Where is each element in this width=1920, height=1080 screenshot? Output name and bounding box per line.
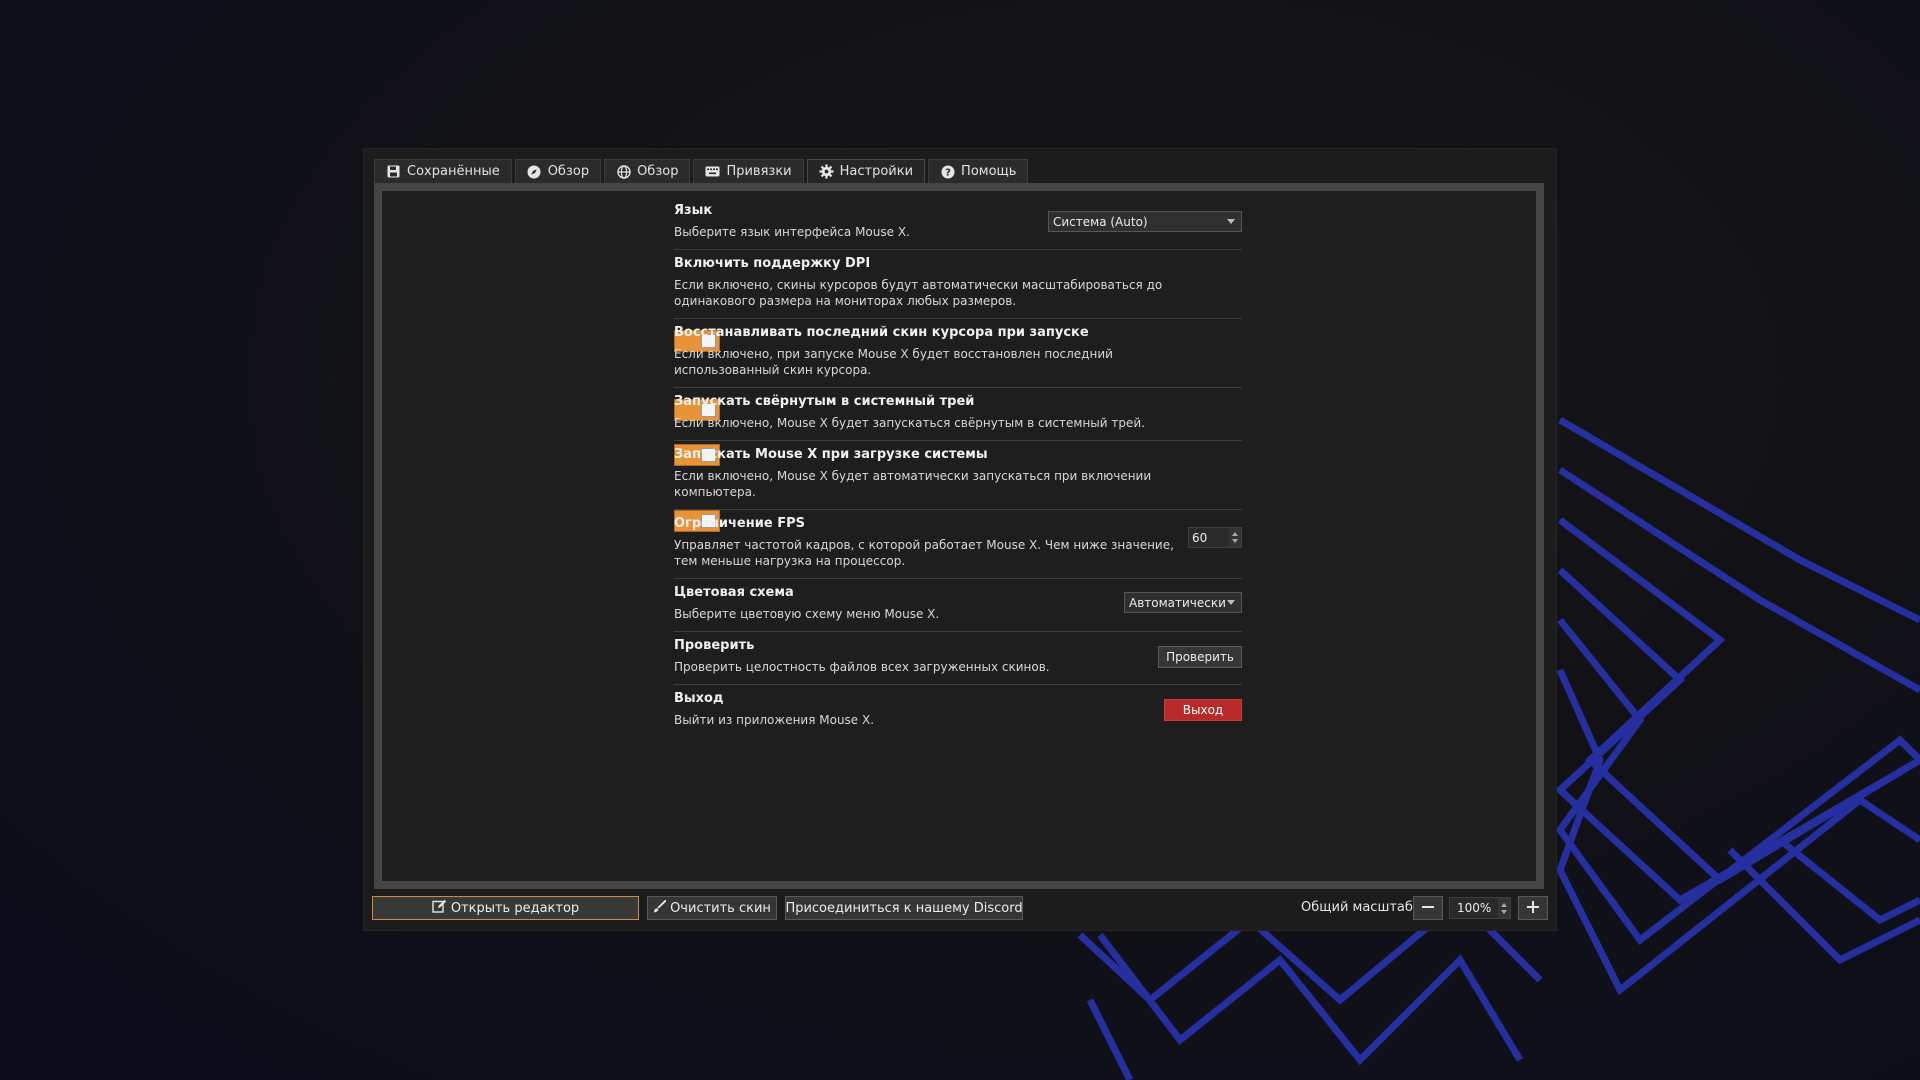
setting-dpi: Включить поддержку DPI Если включено, ск… xyxy=(674,250,1242,352)
tab-label: Обзор xyxy=(547,164,590,179)
setting-verify: Проверить Проверить целостность файлов в… xyxy=(674,632,1242,685)
setting-title: Выход xyxy=(674,691,724,706)
chevron-down-icon xyxy=(1227,219,1235,224)
setting-description: Если включено, при запуске Mouse X будет… xyxy=(674,347,1113,377)
settings-panel: Язык Выберите язык интерфейса Mouse X. С… xyxy=(382,191,1536,881)
settings-window: Сохранённые Обзор Обзор Привязки Настрой… xyxy=(363,148,1557,931)
chevron-down-icon xyxy=(1227,600,1235,605)
edit-icon xyxy=(432,899,447,917)
setting-title: Запускать Mouse X при загрузке системы xyxy=(674,447,988,462)
tab-label: Сохранённые xyxy=(407,164,500,179)
tab-saved[interactable]: Сохранённые xyxy=(374,159,512,183)
setting-autostart: Запускать Mouse X при загрузке системы Е… xyxy=(674,441,1242,532)
spin-arrows[interactable] xyxy=(1498,898,1510,918)
setting-start-minimized: Запускать свёрнутым в системный трей Есл… xyxy=(674,388,1242,466)
scale-spinbox[interactable]: 100% xyxy=(1449,897,1511,919)
gear-icon xyxy=(819,164,834,179)
settings-panel-frame: Язык Выберите язык интерфейса Mouse X. С… xyxy=(374,183,1544,889)
exit-label: Выход xyxy=(1182,703,1224,717)
setting-restore-skin: Восстанавливать последний скин курсора п… xyxy=(674,319,1242,421)
clear-skin-button[interactable]: Очистить скин xyxy=(647,896,777,920)
save-icon xyxy=(386,164,401,179)
setting-description: Если включено, Mouse X будет автоматичес… xyxy=(674,469,1152,499)
plus-icon xyxy=(1526,898,1540,919)
setting-description: Управляет частотой кадров, с которой раб… xyxy=(674,538,1174,568)
spin-arrows[interactable] xyxy=(1229,528,1241,547)
fps-spinbox[interactable]: 60 xyxy=(1188,527,1242,548)
setting-language: Язык Выберите язык интерфейса Mouse X. С… xyxy=(674,197,1242,250)
setting-title: Запускать свёрнутым в системный трей xyxy=(674,394,975,409)
exit-button[interactable]: Выход xyxy=(1164,699,1242,721)
setting-title: Включить поддержку DPI xyxy=(674,256,871,271)
setting-title: Проверить xyxy=(674,638,755,653)
setting-description: Если включено, скины курсоров будут авто… xyxy=(674,278,1163,308)
arrow-up-icon xyxy=(1501,902,1507,907)
setting-fps: Ограничение FPS Управляет частотой кадро… xyxy=(674,510,1242,579)
language-dropdown[interactable]: Система (Auto) xyxy=(1048,211,1242,232)
tab-bar: Сохранённые Обзор Обзор Привязки Настрой… xyxy=(374,159,1029,183)
fps-value: 60 xyxy=(1192,530,1208,545)
tab-bindings[interactable]: Привязки xyxy=(693,159,804,183)
arrow-down-icon xyxy=(1232,539,1238,543)
discord-label: Присоединиться к нашему Discord xyxy=(785,900,1023,916)
tab-settings[interactable]: Настройки xyxy=(806,159,926,183)
verify-button[interactable]: Проверить xyxy=(1158,646,1242,668)
tab-label: Помощь xyxy=(961,164,1017,179)
scale-decrease-button[interactable] xyxy=(1413,896,1443,920)
tab-help[interactable]: ? Помощь xyxy=(928,159,1029,183)
compass-icon xyxy=(527,164,542,179)
setting-description: Выберите цветовую схему меню Mouse X. xyxy=(674,607,940,621)
color-scheme-value: Автоматически xyxy=(1129,595,1226,610)
help-icon: ? xyxy=(940,164,955,179)
settings-list: Язык Выберите язык интерфейса Mouse X. С… xyxy=(674,197,1242,738)
tab-browse[interactable]: Обзор xyxy=(514,159,602,183)
globe-icon xyxy=(616,164,631,179)
svg-text:?: ? xyxy=(945,167,951,178)
minus-icon xyxy=(1421,898,1435,919)
discord-button[interactable]: Присоединиться к нашему Discord xyxy=(785,896,1023,920)
brush-icon xyxy=(653,898,668,917)
setting-title: Ограничение FPS xyxy=(674,516,805,531)
tab-label: Обзор xyxy=(637,164,679,179)
tab-label: Настройки xyxy=(839,164,914,179)
tab-label: Привязки xyxy=(726,164,792,179)
verify-label: Проверить xyxy=(1166,650,1234,664)
keyboard-icon xyxy=(705,164,720,179)
open-editor-button[interactable]: Открыть редактор xyxy=(372,896,639,920)
arrow-down-icon xyxy=(1501,909,1507,914)
clear-skin-label: Очистить скин xyxy=(670,900,771,916)
language-value: Система (Auto) xyxy=(1053,214,1148,229)
setting-description: Если включено, Mouse X будет запускаться… xyxy=(674,416,1145,430)
open-editor-label: Открыть редактор xyxy=(450,900,580,916)
color-scheme-dropdown[interactable]: Автоматически xyxy=(1124,592,1242,613)
footer-bar: Открыть редактор Очистить скин Присоедин… xyxy=(372,896,1548,920)
setting-color-scheme: Цветовая схема Выберите цветовую схему м… xyxy=(674,579,1242,632)
setting-description: Выйти из приложения Mouse X. xyxy=(674,713,875,727)
arrow-up-icon xyxy=(1232,532,1238,536)
tab-browse-online[interactable]: Обзор xyxy=(604,159,691,183)
scale-value: 100% xyxy=(1457,901,1492,915)
setting-title: Восстанавливать последний скин курсора п… xyxy=(674,325,1089,340)
setting-exit: Выход Выйти из приложения Mouse X. Выход xyxy=(674,685,1242,738)
scale-label: Общий масштаб: xyxy=(1301,900,1418,915)
scale-increase-button[interactable] xyxy=(1518,896,1548,920)
setting-description: Проверить целостность файлов всех загруж… xyxy=(674,660,1050,674)
